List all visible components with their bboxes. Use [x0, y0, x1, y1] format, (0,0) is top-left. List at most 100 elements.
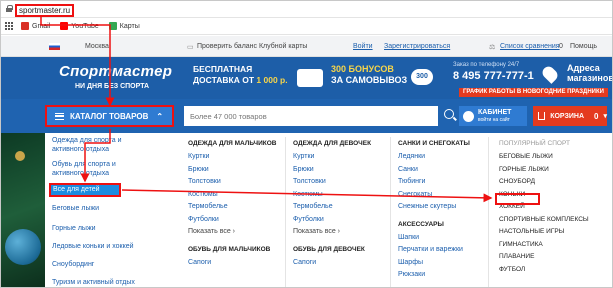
site-logo[interactable]: Спортмастер — [59, 63, 172, 80]
promo-line: БОНУСОВ — [348, 64, 394, 74]
phone-caption: Заказ по телефону 24/7 — [453, 62, 520, 68]
cabinet-title: КАБИНЕТ — [478, 109, 512, 116]
category-sidebar: Одежда для спорта и активного отдыха Обу… — [45, 133, 183, 287]
sidebar-item-kids[interactable]: Все для детей — [49, 183, 121, 197]
map-pin-icon — [540, 64, 560, 84]
sidebar-item-tourism[interactable]: Туризм и активный отдых — [45, 278, 183, 287]
bookmark-maps[interactable]: Карты — [108, 22, 140, 30]
list-item[interactable]: СПОРТИВНЫЕ КОМПЛЕКСЫ — [499, 214, 611, 227]
russia-flag-icon — [49, 43, 60, 50]
catalog-button[interactable]: КАТАЛОГ ТОВАРОВ ⌃ — [45, 105, 174, 127]
promo-amount: 1 000 р. — [256, 75, 288, 85]
maps-icon — [108, 22, 117, 30]
user-icon — [463, 110, 474, 122]
list-item[interactable]: Футболки — [293, 214, 397, 227]
column-sleds: САНКИ И СНЕГОКАТЫ Ледянки Санки Тюбинги … — [398, 133, 502, 282]
list-item[interactable]: Футболки — [188, 214, 292, 227]
search-icon[interactable] — [444, 109, 454, 119]
list-item[interactable]: Куртки — [293, 151, 397, 164]
list-item[interactable]: БЕГОВЫЕ ЛЫЖИ — [499, 151, 611, 164]
sidebar-item-alpine-skis[interactable]: Горные лыжи — [45, 224, 183, 233]
pickup-bonus-promo[interactable]: 300 БОНУСОВ ЗА САМОВЫВОЗ — [331, 64, 407, 86]
shops-line: Адреса — [567, 63, 600, 73]
list-item[interactable]: Перчатки и варежки — [398, 244, 502, 257]
sidebar-item-clothing-2[interactable]: активного отдыха — [45, 145, 183, 154]
list-item[interactable]: Шапки — [398, 232, 502, 245]
ornament-ball-icon — [5, 229, 41, 265]
list-item[interactable]: Снежные скутеры — [398, 201, 502, 214]
list-item[interactable]: НАСТОЛЬНЫЕ ИГРЫ — [499, 226, 611, 239]
catalog-label: КАТАЛОГ ТОВАРОВ — [70, 111, 149, 121]
list-item[interactable]: ФУТБОЛ — [499, 264, 611, 277]
apps-icon[interactable] — [5, 22, 13, 30]
sidebar-item-snowboarding[interactable]: Сноубординг — [45, 260, 183, 269]
register-link[interactable]: Зарегистрироваться — [384, 43, 450, 50]
list-item[interactable]: Брюки — [188, 164, 292, 177]
list-item[interactable]: Сапоги — [293, 257, 397, 270]
list-item[interactable]: Снегокаты — [398, 189, 502, 202]
list-item[interactable]: ПЛАВАНИЕ — [499, 251, 611, 264]
city-selector[interactable]: Москва — [85, 43, 109, 50]
cabinet-subtitle: войти на сайт — [478, 117, 510, 123]
list-item[interactable]: Термобелье — [293, 201, 397, 214]
column-header: ОДЕЖДА ДЛЯ ДЕВОЧЕК — [293, 140, 372, 147]
column-header: САНКИ И СНЕГОКАТЫ — [398, 140, 470, 147]
list-item[interactable]: ГОРНЫЕ ЛЫЖИ — [499, 164, 611, 177]
sidebar-item-clothing[interactable]: Одежда для спорта и — [45, 136, 183, 145]
sidebar-item-shoes-2[interactable]: активного отдыха — [45, 169, 183, 178]
club-balance-link[interactable]: Проверить баланс Клубной карты — [197, 43, 307, 50]
list-item[interactable]: Толстовки — [188, 176, 292, 189]
url-text[interactable]: sportmaster.ru — [15, 4, 75, 17]
bookmark-label: YouTube — [71, 22, 99, 30]
nav-bar: КАТАЛОГ ТОВАРОВ ⌃ КАБИНЕТ войти на сайт … — [1, 99, 612, 133]
compare-count: 0 — [559, 43, 563, 50]
holiday-schedule-banner[interactable]: ГРАФИК РАБОТЫ В НОВОГОДНИЕ ПРАЗДНИКИ — [459, 88, 608, 97]
site-header: Спортмастер НИ ДНЯ БЕЗ СПОРТА БЕСПЛАТНАЯ… — [1, 57, 613, 99]
search-input[interactable] — [184, 106, 438, 126]
bookmark-youtube[interactable]: YouTube — [60, 22, 99, 30]
column-header: ОБУВЬ ДЛЯ ДЕВОЧЕК — [293, 245, 365, 253]
login-link[interactable]: Войти — [353, 43, 373, 50]
gmail-icon — [21, 22, 29, 30]
help-link[interactable]: Помощь — [570, 43, 597, 50]
sidebar-item-shoes[interactable]: Обувь для спорта и — [45, 160, 183, 169]
list-item[interactable]: Куртки — [188, 151, 292, 164]
list-item[interactable]: Костюмы — [293, 189, 397, 202]
cabinet-button[interactable]: КАБИНЕТ войти на сайт — [459, 106, 527, 126]
bonus-badge: 300 — [411, 69, 433, 85]
list-item[interactable]: Костюмы — [188, 189, 292, 202]
list-item[interactable]: ГИМНАСТИКА — [499, 239, 611, 252]
show-all-link[interactable]: Показать все › — [293, 226, 397, 239]
bookmark-gmail[interactable]: Gmail — [21, 22, 50, 30]
column-divider — [285, 137, 286, 287]
phone-number[interactable]: 8 495 777-777-1 — [453, 70, 534, 82]
list-item[interactable]: Санки — [398, 164, 502, 177]
list-item[interactable]: СНОУБОРД — [499, 176, 611, 189]
list-item[interactable]: Термобелье — [188, 201, 292, 214]
shops-link[interactable]: Адреса магазинов — [567, 63, 613, 83]
bookmark-label: Карты — [119, 22, 140, 30]
free-delivery-promo[interactable]: БЕСПЛАТНАЯ ДОСТАВКА ОТ 1 000 р. — [193, 64, 288, 86]
browser-window: sportmaster.ru Gmail YouTube Карты Москв… — [0, 0, 613, 288]
menu-icon — [55, 112, 64, 120]
shops-line: магазинов — [567, 73, 613, 83]
sidebar-item-xc-skis[interactable]: Беговые лыжи — [45, 204, 183, 213]
list-item[interactable]: Ледянки — [398, 151, 502, 164]
cart-button[interactable]: КОРЗИНА 0 ▾ — [533, 106, 607, 126]
column-header: АКСЕССУАРЫ — [398, 220, 444, 228]
sidebar-item-skates-hockey[interactable]: Ледовые коньки и хоккей — [45, 242, 183, 251]
cart-count: 0 — [594, 111, 599, 121]
list-item[interactable]: Тюбинги — [398, 176, 502, 189]
show-all-link[interactable]: Показать все › — [188, 226, 292, 239]
address-bar[interactable]: sportmaster.ru — [1, 1, 612, 18]
chevron-down-icon: ▾ — [603, 113, 607, 120]
list-item[interactable]: Брюки — [293, 164, 397, 177]
compare-link[interactable]: Список сравнения — [500, 43, 560, 50]
skates-highlight — [495, 193, 540, 205]
site-slogan: НИ ДНЯ БЕЗ СПОРТА — [75, 83, 150, 90]
bookmark-label: Gmail — [32, 22, 51, 30]
list-item[interactable]: Рюкзаки — [398, 269, 502, 282]
list-item[interactable]: Сапоги — [188, 257, 292, 270]
list-item[interactable]: Толстовки — [293, 176, 397, 189]
list-item[interactable]: Шарфы — [398, 257, 502, 270]
